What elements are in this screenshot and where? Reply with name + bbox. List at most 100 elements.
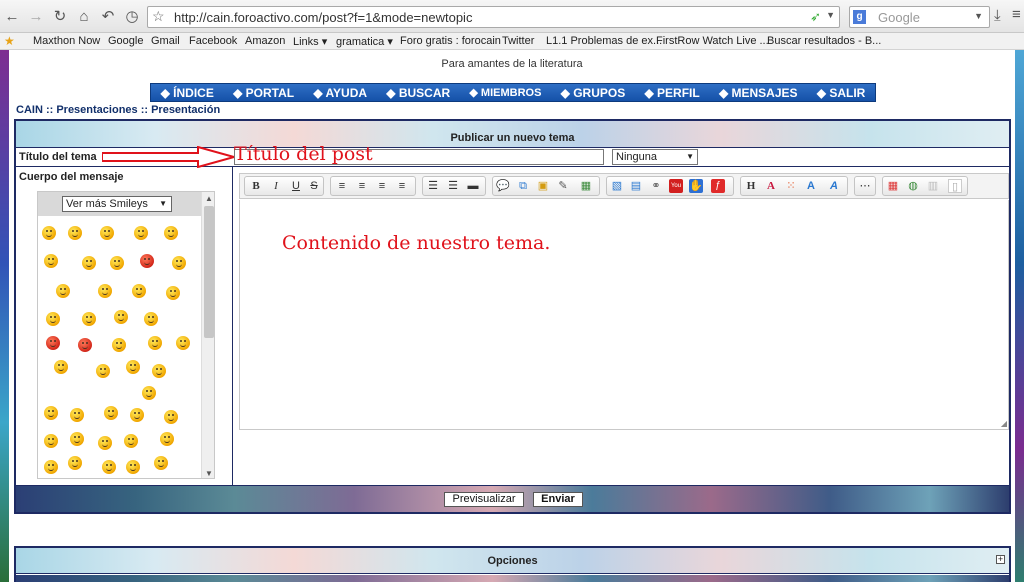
chevron-down-icon[interactable]: ▼ xyxy=(686,150,694,164)
topic-type-select[interactable]: Ninguna ▼ xyxy=(612,149,698,165)
bookmark-item[interactable]: Amazon xyxy=(245,35,285,47)
nav-label[interactable]: AYUDA xyxy=(325,86,367,100)
smileys-select[interactable]: Ver más Smileys ▼ xyxy=(62,196,172,212)
host-image-icon[interactable]: ▤ xyxy=(629,179,643,193)
angry-smiley-icon[interactable] xyxy=(46,336,60,350)
smiley-icon[interactable] xyxy=(142,386,156,400)
nav-label[interactable]: ÍNDICE xyxy=(173,86,214,100)
bookmark-item[interactable]: L1.1 Problemas de ex... xyxy=(546,35,662,47)
smiley-icon[interactable] xyxy=(112,338,126,352)
smiley-icon[interactable] xyxy=(118,478,132,479)
nav-messages[interactable]: ◆ MENSAJES xyxy=(719,86,798,100)
reload-icon[interactable]: ↻ xyxy=(51,8,69,26)
bold-button[interactable]: B xyxy=(249,179,263,193)
bookmark-item[interactable]: Twitter xyxy=(502,35,534,47)
expand-icon[interactable]: + xyxy=(996,555,1005,564)
image-icon[interactable]: ▧ xyxy=(610,179,624,193)
url-text[interactable]: http://cain.foroactivo.com/post?f=1&mode… xyxy=(174,10,472,25)
search-field[interactable]: g Google ▼ xyxy=(849,6,990,28)
smiley-icon[interactable] xyxy=(166,286,180,300)
nav-label[interactable]: GRUPOS xyxy=(573,86,625,100)
smileys-select-value[interactable]: Ver más Smileys xyxy=(66,198,148,210)
dailymotion-icon[interactable]: ✋ xyxy=(689,179,703,193)
link-icon[interactable]: ⚭ xyxy=(649,179,663,193)
numbered-list-icon[interactable]: ☰ xyxy=(446,179,460,193)
strike-button[interactable]: S xyxy=(307,179,321,193)
breadcrumb[interactable]: CAIN :: Presentaciones :: Presentación xyxy=(16,104,220,116)
smiley-icon[interactable] xyxy=(148,336,162,350)
devil-smiley-icon[interactable] xyxy=(140,254,154,268)
nav-profile[interactable]: ◆ PERFIL xyxy=(644,86,699,100)
underline-button[interactable]: U xyxy=(289,179,303,193)
bullet-list-icon[interactable]: ☰ xyxy=(426,179,440,193)
bookmark-item[interactable]: Links ▾ xyxy=(293,35,327,48)
smiley-icon[interactable] xyxy=(82,256,96,270)
nav-members[interactable]: ◆ MIEMBROS xyxy=(469,86,541,99)
paste-icon[interactable]: ▥ xyxy=(926,179,940,193)
preview-button[interactable]: Previsualizar xyxy=(444,492,524,507)
smiley-icon[interactable] xyxy=(104,406,118,420)
home-icon[interactable]: ⌂ xyxy=(75,8,93,26)
smiley-icon[interactable] xyxy=(78,478,92,479)
send-button[interactable]: Enviar xyxy=(533,492,583,507)
smiley-icon[interactable] xyxy=(150,478,164,479)
italic-button[interactable]: I xyxy=(269,179,283,193)
smiley-icon[interactable] xyxy=(98,284,112,298)
smiley-icon[interactable] xyxy=(44,434,58,448)
smiley-icon[interactable] xyxy=(102,460,116,474)
font-icon[interactable]: A xyxy=(764,179,778,193)
source-icon[interactable]: ▯ xyxy=(948,179,962,193)
more-icon[interactable]: ⋯ xyxy=(858,179,872,193)
bookmark-item[interactable]: gramatica ▾ xyxy=(336,35,393,48)
nav-logout[interactable]: ◆ SALIR xyxy=(817,86,866,100)
smiley-icon[interactable] xyxy=(46,312,60,326)
smiley-icon[interactable] xyxy=(160,432,174,446)
options-header[interactable]: Opciones + xyxy=(16,548,1009,574)
align-center-icon[interactable]: ≡ xyxy=(355,179,369,193)
smiley-icon[interactable] xyxy=(48,478,62,479)
nav-portal[interactable]: ◆ PORTAL xyxy=(233,86,294,100)
address-bar[interactable]: ☆ http://cain.foroactivo.com/post?f=1&mo… xyxy=(147,6,840,28)
message-textarea[interactable]: Contenido de nuestro tema. ◢ xyxy=(239,200,1009,430)
smiley-icon[interactable] xyxy=(172,256,186,270)
align-left-icon[interactable]: ≡ xyxy=(335,179,349,193)
smiley-icon[interactable] xyxy=(70,408,84,422)
smiley-icon[interactable] xyxy=(82,312,96,326)
smiley-icon[interactable] xyxy=(154,456,168,470)
youtube-icon[interactable]: You xyxy=(669,179,683,193)
bookmark-star-icon[interactable]: ☆ xyxy=(152,8,165,25)
chevron-down-icon[interactable]: ▼ xyxy=(159,197,167,211)
smiley-icon[interactable] xyxy=(124,434,138,448)
back-icon[interactable]: ← xyxy=(3,8,21,26)
hide-icon[interactable]: ✎ xyxy=(556,179,570,193)
smiley-icon[interactable] xyxy=(56,284,70,298)
scroll-down-icon[interactable]: ▼ xyxy=(205,469,213,478)
heading-button[interactable]: H xyxy=(744,179,758,193)
nav-label[interactable]: MENSAJES xyxy=(732,86,798,100)
google-icon[interactable]: g xyxy=(853,10,866,24)
smiley-icon[interactable] xyxy=(152,364,166,378)
download-icon[interactable]: ⤓ xyxy=(994,7,1001,24)
quote-icon[interactable]: 💬 xyxy=(496,179,510,193)
bookmark-item[interactable]: Google xyxy=(108,35,143,47)
smiley-icon[interactable] xyxy=(44,254,58,268)
smiley-icon[interactable] xyxy=(164,226,178,240)
spoiler-icon[interactable]: ▣ xyxy=(536,179,550,193)
search-placeholder[interactable]: Google xyxy=(878,10,920,25)
smiley-icon[interactable] xyxy=(110,256,124,270)
smiley-icon[interactable] xyxy=(126,360,140,374)
smiley-icon[interactable] xyxy=(134,226,148,240)
bookmark-item[interactable]: Gmail xyxy=(151,35,180,47)
bookmark-item[interactable]: Facebook xyxy=(189,35,237,47)
scroll-thumb[interactable] xyxy=(204,206,214,338)
topic-type-value[interactable]: Ninguna xyxy=(616,151,657,163)
font-style-icon[interactable]: A xyxy=(827,179,841,193)
smiley-icon[interactable] xyxy=(164,410,178,424)
nav-index[interactable]: ◆ ÍNDICE xyxy=(161,86,214,100)
nav-groups[interactable]: ◆ GRUPOS xyxy=(561,86,626,100)
calendar-icon[interactable]: ▦ xyxy=(886,179,900,193)
body-annotation[interactable]: Contenido de nuestro tema. xyxy=(282,232,550,254)
smiley-icon[interactable] xyxy=(68,226,82,240)
resize-handle-icon[interactable]: ◢ xyxy=(1001,419,1007,428)
nav-label[interactable]: SALIR xyxy=(829,86,865,100)
